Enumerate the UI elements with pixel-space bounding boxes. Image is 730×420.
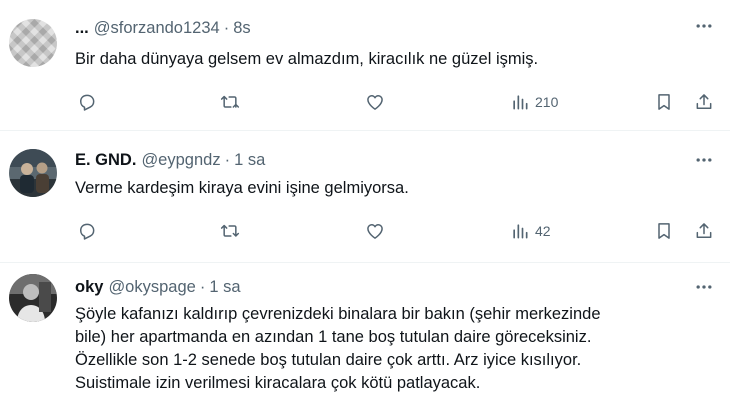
like-button[interactable] [365, 221, 385, 241]
bookmark-button[interactable] [654, 221, 674, 241]
more-icon[interactable] [694, 150, 714, 170]
bookmark-button[interactable] [654, 92, 674, 112]
tweet-text-line: Verme kardeşim kiraya evini işine gelmiy… [75, 179, 409, 197]
tweet-text: Şöyle kafanızı kaldırıp çevrenizdeki bin… [75, 303, 715, 395]
user-handle[interactable]: @eypgndz [141, 151, 220, 169]
more-icon[interactable] [694, 277, 714, 297]
display-name[interactable]: E. GND. [75, 151, 136, 169]
views-chart-icon [513, 224, 528, 239]
share-button[interactable] [694, 92, 714, 112]
avatar[interactable] [9, 149, 57, 197]
reply-button[interactable] [77, 92, 97, 112]
display-name[interactable]: ... [75, 19, 89, 37]
tweet-header: oky @okyspage · 1 sa [75, 277, 241, 297]
separator-dot: · [224, 151, 231, 169]
view-count: 210 [535, 94, 559, 110]
separator-dot: · [199, 278, 206, 296]
timestamp[interactable]: 1 sa [209, 278, 240, 296]
tweet-text-line: Şöyle kafanızı kaldırıp çevrenizdeki bin… [75, 305, 601, 323]
reply-icon [80, 94, 95, 111]
like-button[interactable] [365, 92, 385, 112]
tweet-actions: 42 [0, 219, 730, 243]
tweet-header: E. GND. @eypgndz · 1 sa [75, 150, 265, 170]
views-button[interactable]: 210 [510, 92, 558, 112]
share-icon [696, 223, 712, 238]
views-button[interactable]: 42 [510, 221, 551, 241]
tweet-text-line: Bir daha dünyaya gelsem ev almazdım, kir… [75, 50, 539, 68]
heart-icon [367, 224, 383, 239]
avatar[interactable] [9, 274, 57, 322]
tweet[interactable]: ... @sforzando1234 · 8s Bir daha dünyaya ge… [0, 0, 730, 131]
avatar[interactable] [9, 19, 57, 67]
retweet-button[interactable] [220, 92, 240, 112]
user-handle[interactable]: @sforzando1234 [94, 19, 220, 37]
bookmark-icon [658, 223, 670, 239]
retweet-button[interactable] [220, 221, 240, 241]
display-name[interactable]: oky [75, 278, 103, 296]
timestamp[interactable]: 8s [233, 19, 250, 37]
heart-icon [367, 95, 383, 110]
reply-button[interactable] [77, 221, 97, 241]
retweet-icon [220, 95, 240, 108]
share-button[interactable] [694, 221, 714, 241]
separator-dot: · [223, 19, 230, 37]
reply-icon [80, 223, 95, 240]
user-handle[interactable]: @okyspage [108, 278, 195, 296]
more-icon[interactable] [694, 16, 714, 36]
tweet-text: Verme kardeşim kiraya evini işine gelmiy… [75, 177, 715, 200]
tweet-text: Bir daha dünyaya gelsem ev almazdım, kir… [75, 48, 715, 71]
view-count: 42 [535, 223, 551, 239]
tweet-actions: 210 [0, 90, 730, 114]
retweet-icon [220, 224, 240, 237]
tweet-text-line: bile) her apartmanda en azından 1 tane b… [75, 328, 592, 346]
share-icon [696, 94, 712, 109]
views-chart-icon [513, 95, 528, 110]
tweet-text-line: Suistimale izin verilmesi kiracalara çok… [75, 374, 481, 392]
bookmark-icon [658, 94, 670, 110]
tweet-header: ... @sforzando1234 · 8s [75, 18, 251, 38]
tweet-text-line: Özellikle son 1-2 senede boş tutulan dai… [75, 351, 582, 369]
timestamp[interactable]: 1 sa [234, 151, 265, 169]
